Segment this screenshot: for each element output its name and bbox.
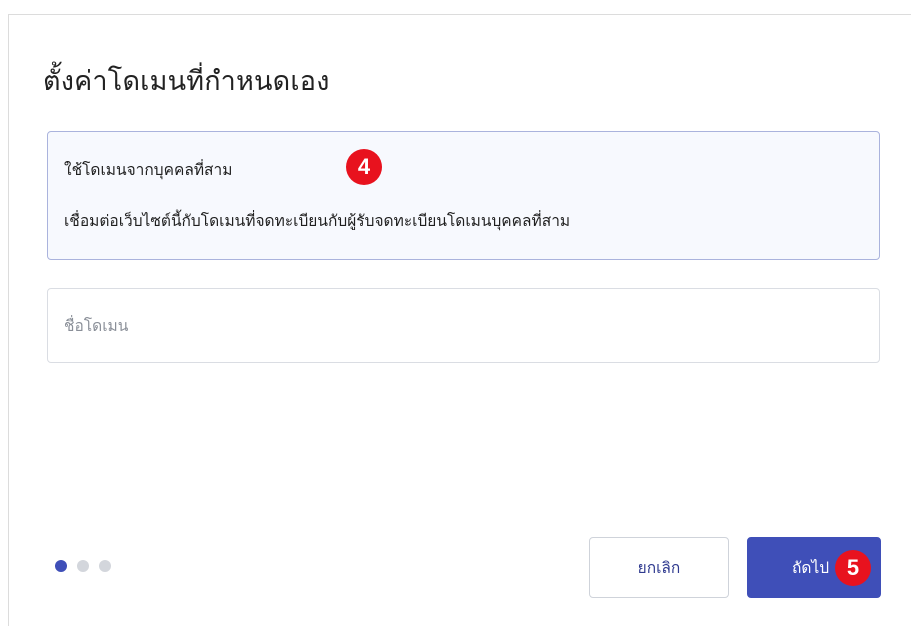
dialog-title: ตั้งค่าโดเมนที่กำหนดเอง	[43, 66, 330, 97]
step-annotation-badge: 4	[346, 149, 382, 185]
step-annotation-badge: 5	[835, 550, 871, 586]
option-title: ใช้โดเมนจากบุคคลที่สาม	[64, 161, 233, 179]
custom-domain-dialog: ตั้งค่าโดเมนที่กำหนดเอง ใช้โดเมนจากบุคคล…	[8, 14, 911, 626]
step-indicator	[55, 560, 111, 572]
domain-name-input[interactable]	[47, 288, 880, 363]
step-dot-1	[55, 560, 67, 572]
step-dot-3	[99, 560, 111, 572]
cancel-button[interactable]: ยกเลิก	[589, 537, 729, 598]
option-description: เชื่อมต่อเว็บไซต์นี้กับโดเมนที่จดทะเบียน…	[64, 212, 571, 230]
third-party-domain-option[interactable]: ใช้โดเมนจากบุคคลที่สาม เชื่อมต่อเว็บไซต์…	[47, 131, 880, 260]
step-dot-2	[77, 560, 89, 572]
